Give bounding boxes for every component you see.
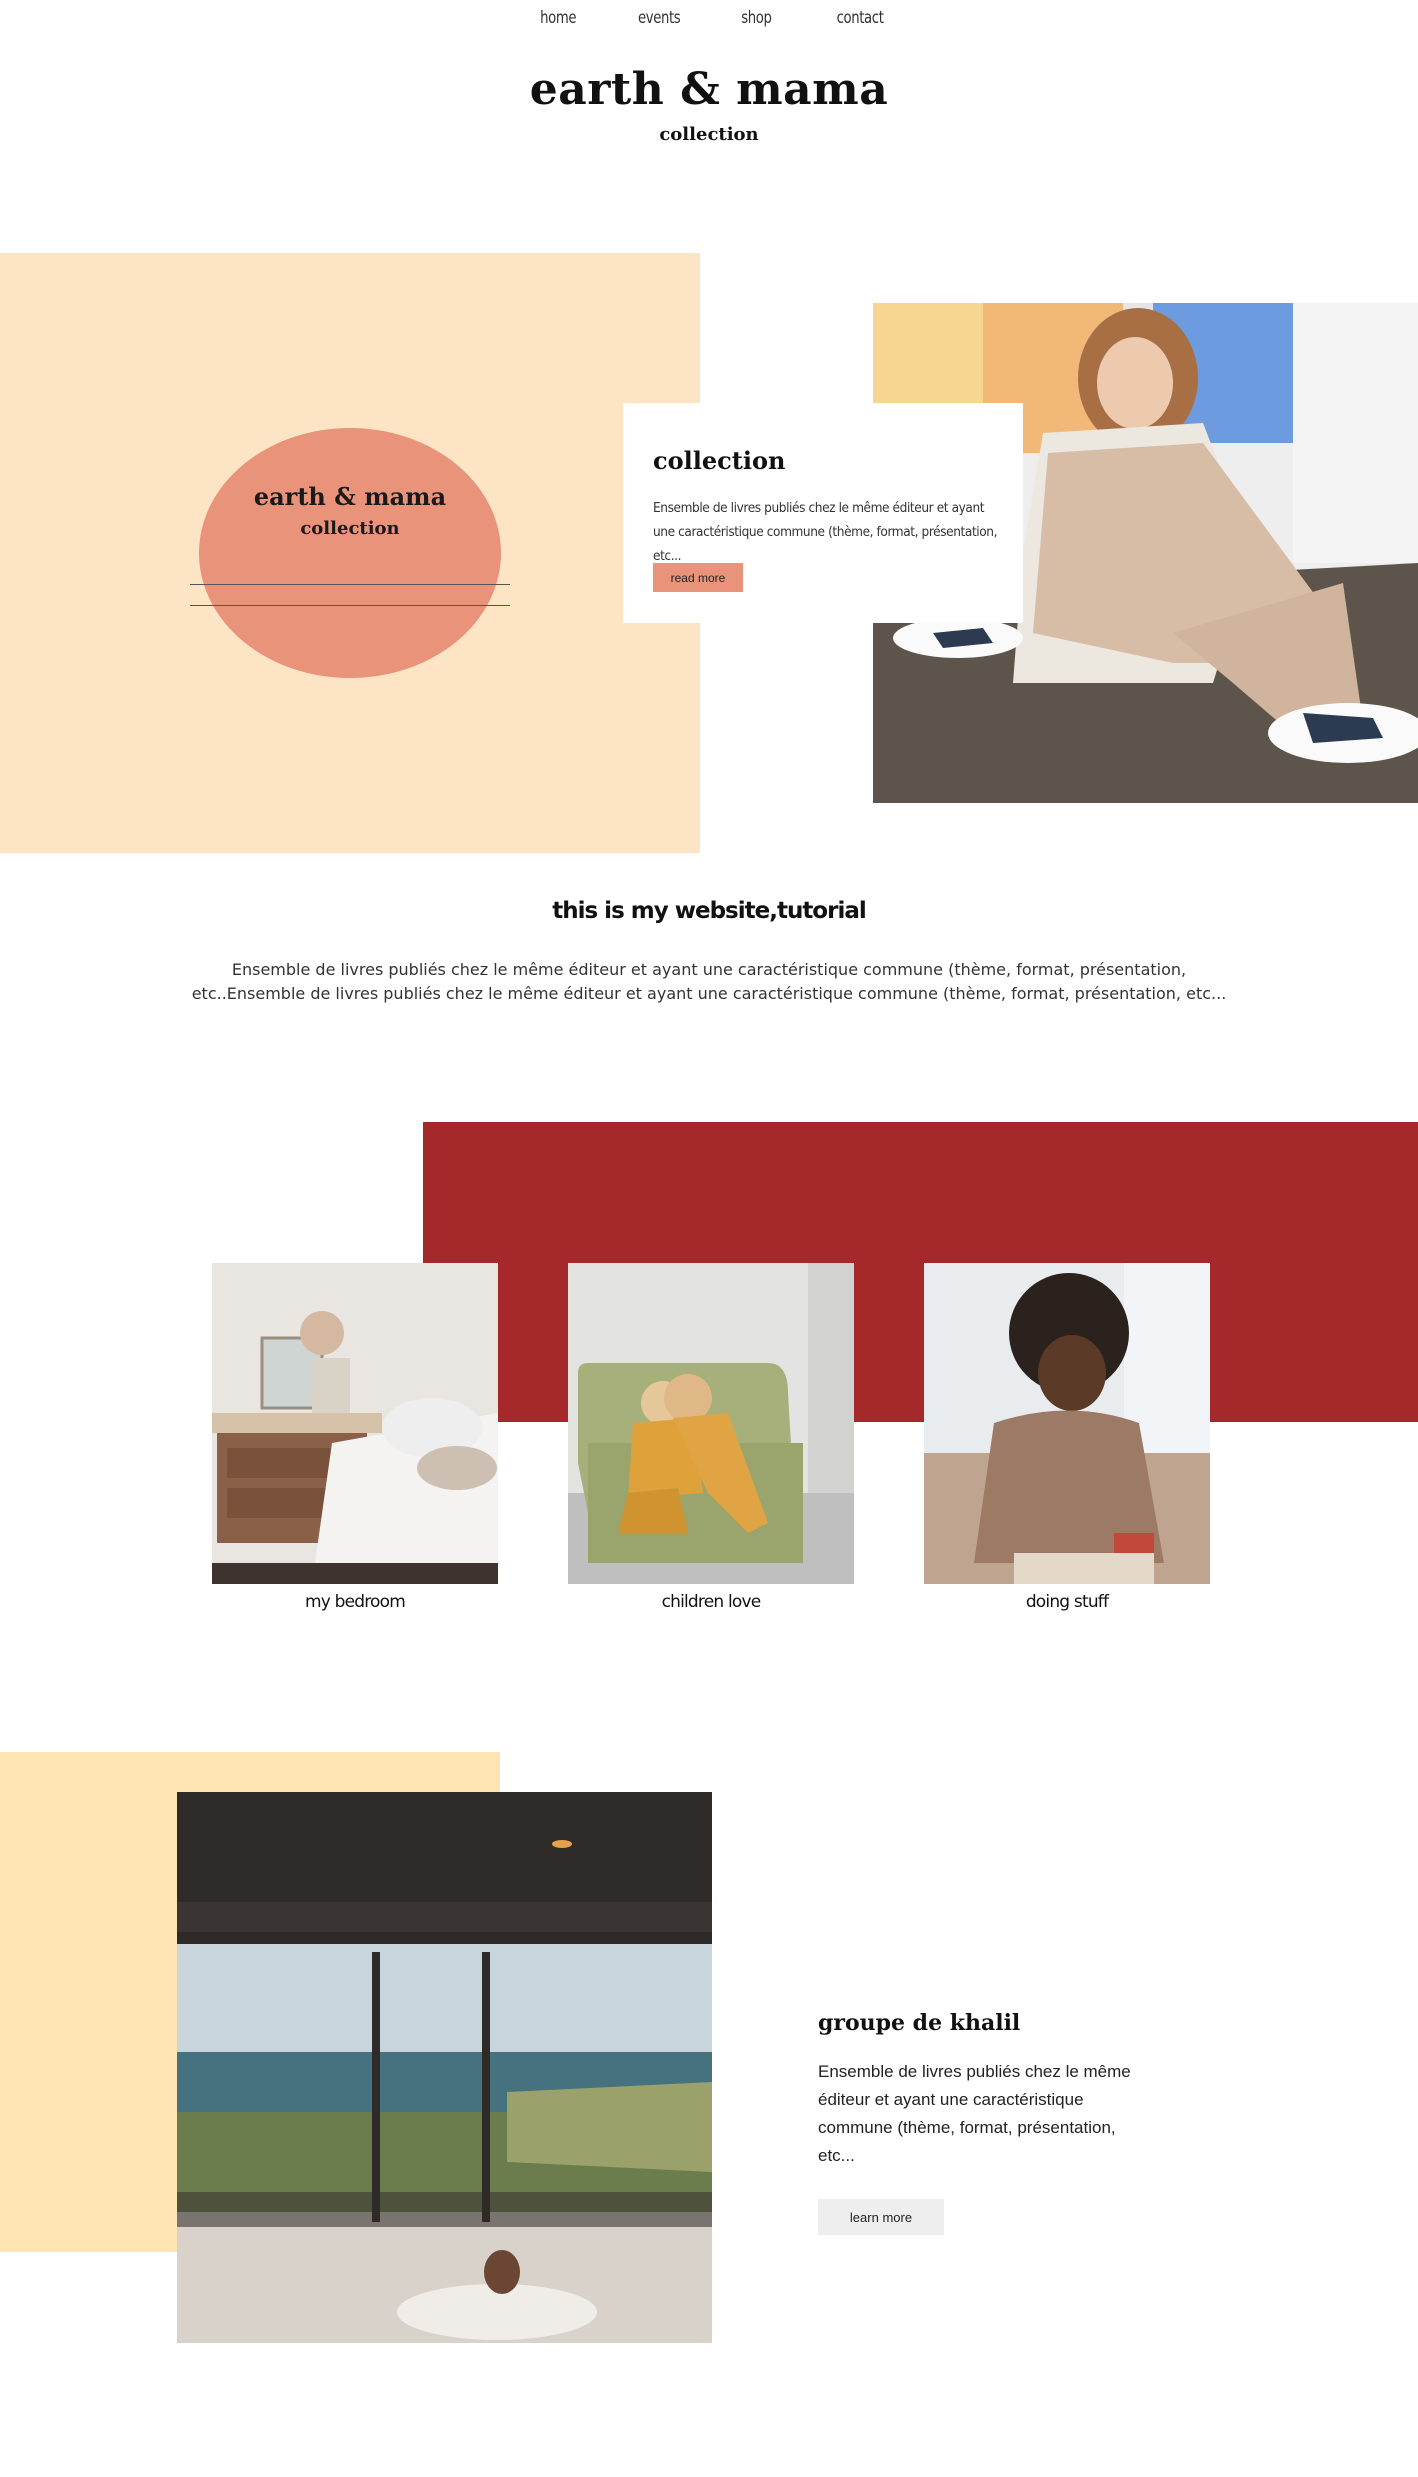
site-title: earth & mama [529, 64, 889, 115]
oval-subtitle: collection [300, 518, 400, 539]
nav-contact[interactable]: contact [837, 8, 884, 28]
group-text: Ensemble de livres publiés chez le même … [818, 2062, 1131, 2165]
divider-line [190, 605, 510, 606]
gallery-image-doing-stuff[interactable] [924, 1263, 1210, 1584]
read-more-button[interactable]: read more [653, 563, 743, 592]
card-title: collection [653, 446, 786, 475]
gallery-caption: doing stuff [1025, 1592, 1109, 1612]
nav-home[interactable]: home [540, 8, 576, 28]
site-subtitle: collection [659, 124, 759, 145]
card-text: Ensemble de livres publiés chez le même … [653, 500, 998, 564]
gallery-caption: my bedroom [304, 1592, 406, 1612]
gallery-image-children[interactable] [568, 1263, 854, 1584]
gallery-caption: children love [661, 1592, 762, 1612]
group-title: groupe de khalil [818, 2010, 1021, 2036]
learn-more-button[interactable]: learn more [818, 2199, 944, 2235]
nav-events[interactable]: events [638, 8, 681, 28]
oval-title: earth & mama [253, 482, 447, 511]
nav-shop[interactable]: shop [741, 8, 772, 28]
hero-oval [199, 428, 501, 678]
intro-title: this is my website,tutorial [552, 898, 867, 924]
top-nav: home events shop contact [0, 0, 1418, 42]
intro-text: Ensemble de livres publiés chez le même … [191, 960, 1227, 1003]
group-photo-room [177, 1792, 712, 2343]
divider-line [190, 584, 510, 585]
gallery-image-bedroom[interactable] [212, 1263, 498, 1584]
